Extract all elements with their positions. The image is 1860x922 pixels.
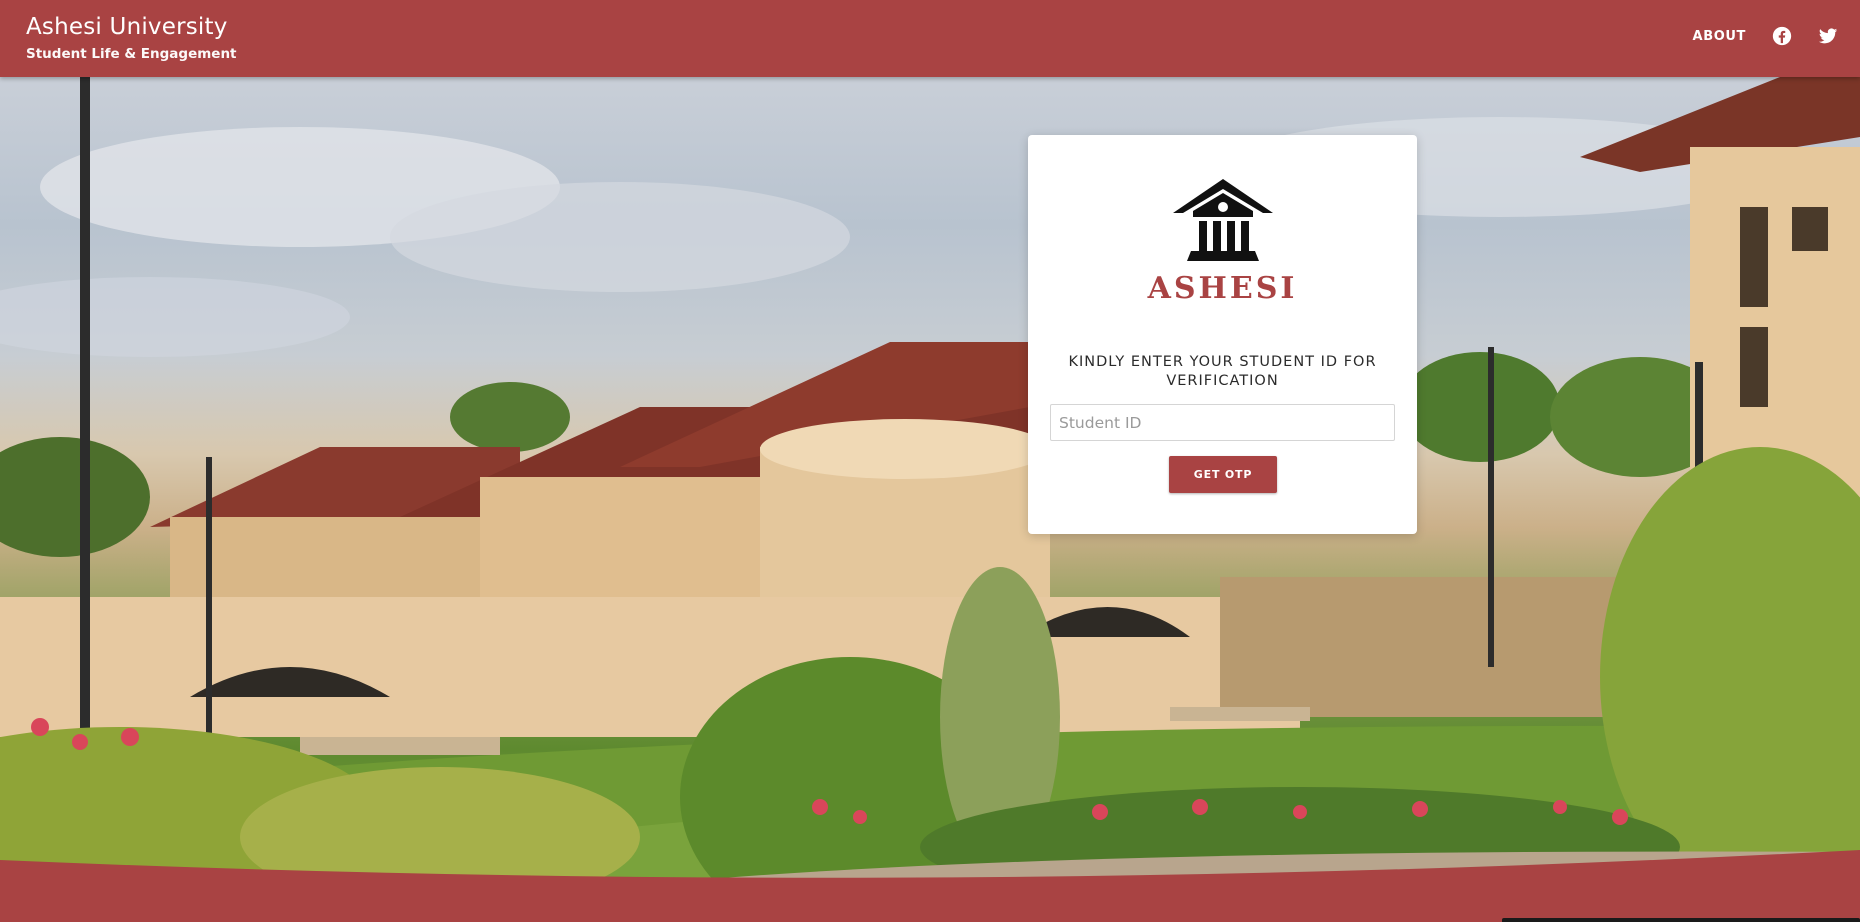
ashesi-wordmark: ASHESI — [1147, 271, 1298, 306]
twitter-icon[interactable] — [1818, 26, 1838, 46]
login-card: ASHESI KINDLY ENTER YOUR STUDENT ID FOR … — [1028, 135, 1417, 534]
top-navbar: Ashesi University Student Life & Engagem… — [0, 0, 1860, 77]
site-title[interactable]: Ashesi University — [26, 13, 237, 41]
nav-about-link[interactable]: ABOUT — [1693, 29, 1746, 44]
brand[interactable]: Ashesi University Student Life & Engagem… — [26, 13, 237, 62]
verification-prompt: KINDLY ENTER YOUR STUDENT ID FOR VERIFIC… — [1068, 354, 1377, 389]
campus-hero-image — [0, 77, 1860, 897]
student-id-input[interactable] — [1050, 404, 1395, 441]
bottom-wave — [0, 850, 1860, 922]
facebook-icon[interactable] — [1772, 26, 1792, 46]
ashesi-building-icon — [1172, 179, 1273, 261]
notification-edge — [1502, 918, 1860, 922]
top-nav: ABOUT — [1693, 26, 1838, 46]
site-subtitle: Student Life & Engagement — [26, 46, 237, 62]
get-otp-button[interactable]: GET OTP — [1169, 456, 1277, 493]
campus-illustration — [0, 77, 1860, 897]
ashesi-logo: ASHESI — [1028, 177, 1417, 306]
